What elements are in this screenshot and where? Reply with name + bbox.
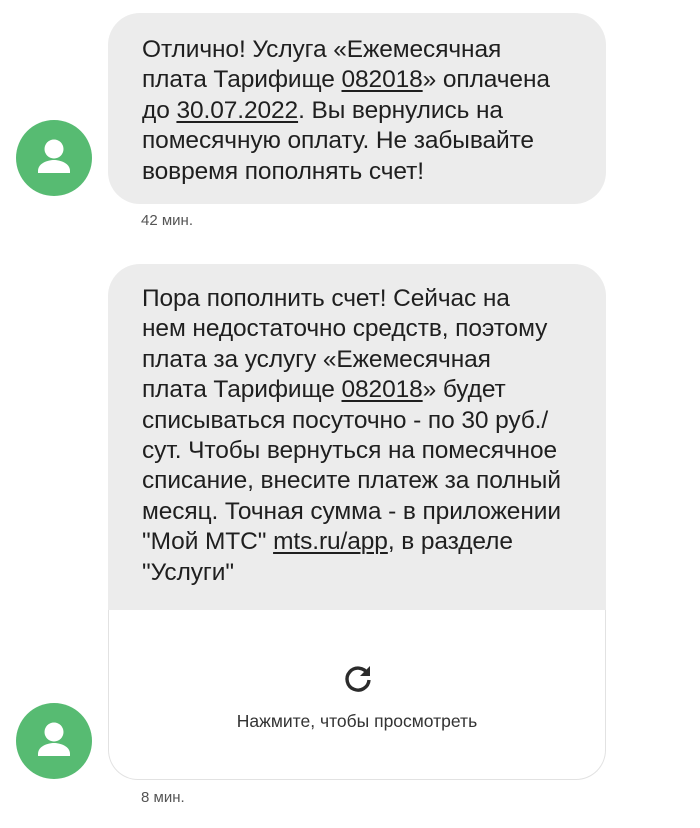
- message-timestamp-2: 8 мин.: [141, 789, 185, 806]
- message-bubble-2[interactable]: Пора пополнить счет! Сейчас на нем недос…: [108, 264, 606, 612]
- message-link[interactable]: 30.07.2022: [176, 97, 298, 124]
- message-text-2: Пора пополнить счет! Сейчас на нем недос…: [142, 284, 586, 588]
- message-link[interactable]: mts.ru/app: [273, 528, 388, 555]
- link-preview-card[interactable]: Нажмите, чтобы просмотреть: [108, 610, 606, 780]
- person-icon: [38, 722, 70, 756]
- preview-label[interactable]: Нажмите, чтобы просмотреть: [109, 711, 605, 732]
- message-link[interactable]: 082018: [342, 376, 423, 403]
- contact-avatar-2[interactable]: [16, 703, 92, 779]
- message-timestamp-1: 42 мин.: [141, 212, 193, 229]
- contact-avatar-1[interactable]: [16, 120, 92, 196]
- message-bubble-1[interactable]: Отлично! Услуга «Ежемесячная плата Тариф…: [108, 13, 606, 204]
- message-link[interactable]: 082018: [342, 66, 423, 93]
- refresh-icon[interactable]: [341, 662, 375, 696]
- message-text-1: Отлично! Услуга «Ежемесячная плата Тариф…: [142, 35, 586, 187]
- person-icon: [38, 139, 70, 173]
